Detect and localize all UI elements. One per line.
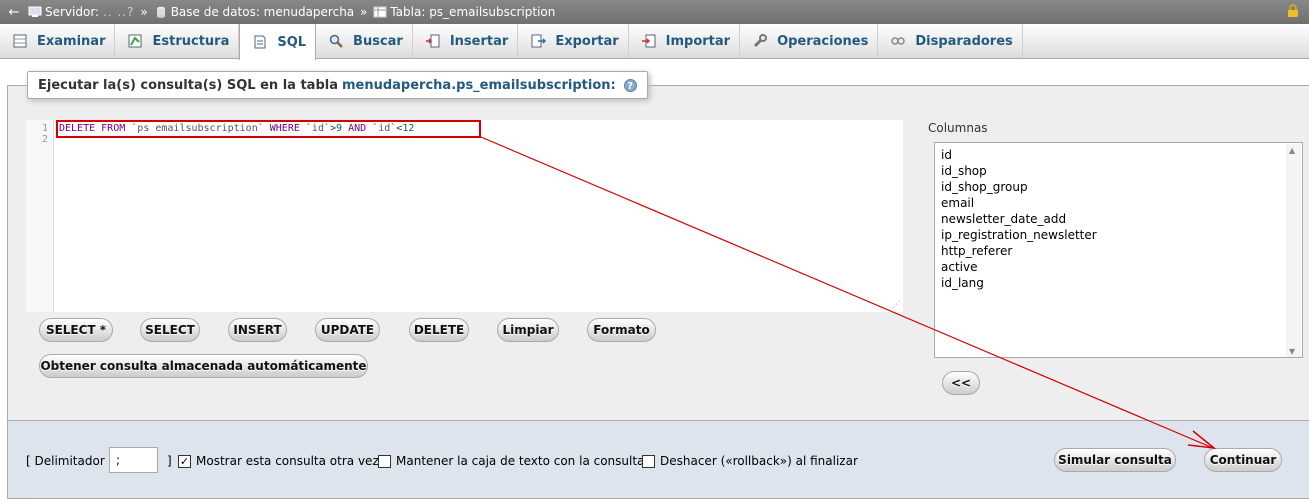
clear-button[interactable]: Limpiar [497, 318, 559, 342]
retain-box-label: Mantener la caja de texto con la consult… [396, 454, 645, 468]
back-arrow-icon[interactable]: ← [4, 5, 24, 20]
insert-column-button[interactable]: << [942, 371, 980, 395]
database-icon [156, 6, 165, 18]
show-query-again-label: Mostrar esta consulta otra vez [196, 454, 379, 468]
tab-insertar[interactable]: Insertar [413, 24, 519, 58]
columns-label: Columnas [928, 121, 988, 135]
tab-disparadores[interactable]: Disparadores [878, 24, 1023, 58]
tab-importar[interactable]: Importar [629, 24, 741, 58]
line-number: 1 [41, 123, 48, 134]
sql-icon [254, 35, 266, 49]
column-option[interactable]: active [941, 259, 1296, 275]
server-icon [28, 6, 42, 17]
delimiter-suffix: ] [167, 454, 172, 468]
breadcrumb-bar: ← Servidor: .. ..? » Base de datos: menu… [0, 0, 1309, 24]
scroll-down-icon[interactable]: ▼ [1289, 347, 1295, 356]
line-number: 2 [41, 134, 48, 145]
columns-listbox[interactable]: id id_shop id_shop_group email newslette… [934, 142, 1303, 358]
rollback-label: Deshacer («rollback») al finalizar [660, 454, 858, 468]
insert-icon [425, 34, 440, 48]
server-name: .. ..? [103, 5, 135, 19]
legend-text: Ejecutar la(s) consulta(s) SQL en la tab… [38, 77, 338, 93]
scroll-up-icon[interactable]: ▲ [1289, 146, 1295, 155]
delete-button[interactable]: DELETE [409, 318, 469, 342]
browse-icon [13, 34, 27, 48]
tab-label: Disparadores [915, 33, 1013, 49]
go-button[interactable]: Continuar [1204, 448, 1282, 472]
column-option[interactable]: email [941, 195, 1296, 211]
tab-label: Buscar [353, 33, 403, 49]
rollback-option[interactable]: Deshacer («rollback») al finalizar [642, 454, 858, 468]
rollback-checkbox[interactable] [642, 454, 655, 468]
tab-label: Importar [665, 33, 731, 49]
server-label: Servidor: [45, 5, 100, 19]
tab-exportar[interactable]: Exportar [518, 24, 629, 58]
fieldset-legend: Ejecutar la(s) consulta(s) SQL en la tab… [27, 71, 648, 99]
lock-icon[interactable] [1287, 4, 1299, 18]
tab-label: Estructura [152, 33, 230, 49]
legend-table-name: menudapercha.ps_emailsubscription: [341, 77, 616, 93]
tab-estructura[interactable]: Estructura [115, 24, 240, 58]
show-query-again-option[interactable]: ✓ Mostrar esta consulta otra vez [178, 454, 379, 468]
delimiter-input[interactable]: ; [109, 447, 158, 473]
get-autosaved-query-button[interactable]: Obtener consulta almacenada automáticame… [39, 354, 368, 378]
tab-buscar[interactable]: Buscar [316, 24, 413, 58]
column-option[interactable]: id [941, 147, 1296, 163]
tab-label: Examinar [37, 33, 106, 49]
show-query-again-checkbox[interactable]: ✓ [178, 454, 191, 468]
structure-icon [128, 34, 142, 48]
search-icon [329, 34, 343, 48]
sql-editor[interactable]: 1 2 DELETE FROM `ps emailsubscription` W… [26, 120, 903, 312]
line-number-gutter: 1 2 [26, 120, 54, 312]
export-icon [531, 34, 547, 48]
simulate-query-button[interactable]: Simular consulta [1054, 448, 1176, 472]
format-button[interactable]: Formato [587, 318, 656, 342]
retain-box-option[interactable]: Mantener la caja de texto con la consult… [378, 454, 644, 468]
delimiter-label: [ Delimitador [26, 454, 105, 468]
wrench-icon [754, 34, 768, 48]
breadcrumb-separator: » [356, 5, 368, 19]
columns-scrollbar[interactable]: ▲ ▼ [1286, 144, 1301, 357]
select-all-button[interactable]: SELECT * [39, 318, 113, 342]
triggers-icon [891, 37, 906, 45]
tab-label: Operaciones [777, 33, 869, 49]
column-option[interactable]: http_referer [941, 243, 1296, 259]
tab-sql[interactable]: SQL [239, 24, 317, 60]
retain-box-checkbox[interactable] [378, 454, 391, 468]
select-button[interactable]: SELECT [140, 318, 200, 342]
resize-handle-icon[interactable]: ⋰ [892, 300, 901, 310]
breadcrumb-table[interactable]: Tabla: ps_emailsubscription [369, 5, 555, 19]
tab-label: Exportar [555, 33, 619, 49]
table-icon [373, 6, 387, 18]
table-label: Tabla: ps_emailsubscription [390, 5, 556, 19]
import-icon [641, 34, 656, 48]
column-option[interactable]: newsletter_date_add [941, 211, 1296, 227]
tab-label: Insertar [449, 33, 509, 49]
breadcrumb-database[interactable]: Base de datos: menudapercha [150, 5, 354, 19]
update-button[interactable]: UPDATE [315, 318, 380, 342]
breadcrumb-server[interactable]: Servidor: .. ..? [24, 5, 135, 19]
database-label: Base de datos: menudapercha [170, 5, 355, 19]
query-highlight-annotation [56, 120, 481, 138]
tab-bar: Examinar Estructura SQL Buscar Insertar … [0, 24, 1309, 60]
breadcrumb-separator: » [136, 5, 148, 19]
column-option[interactable]: ip_registration_newsletter [941, 227, 1296, 243]
column-option[interactable]: id_shop_group [941, 179, 1296, 195]
help-icon[interactable]: ? [623, 78, 637, 92]
tab-label: SQL [277, 34, 307, 50]
insert-button[interactable]: INSERT [228, 318, 287, 342]
column-option[interactable]: id_shop [941, 163, 1296, 179]
column-option[interactable]: id_lang [941, 275, 1296, 291]
tab-operaciones[interactable]: Operaciones [740, 24, 879, 58]
tab-examinar[interactable]: Examinar [0, 24, 116, 58]
